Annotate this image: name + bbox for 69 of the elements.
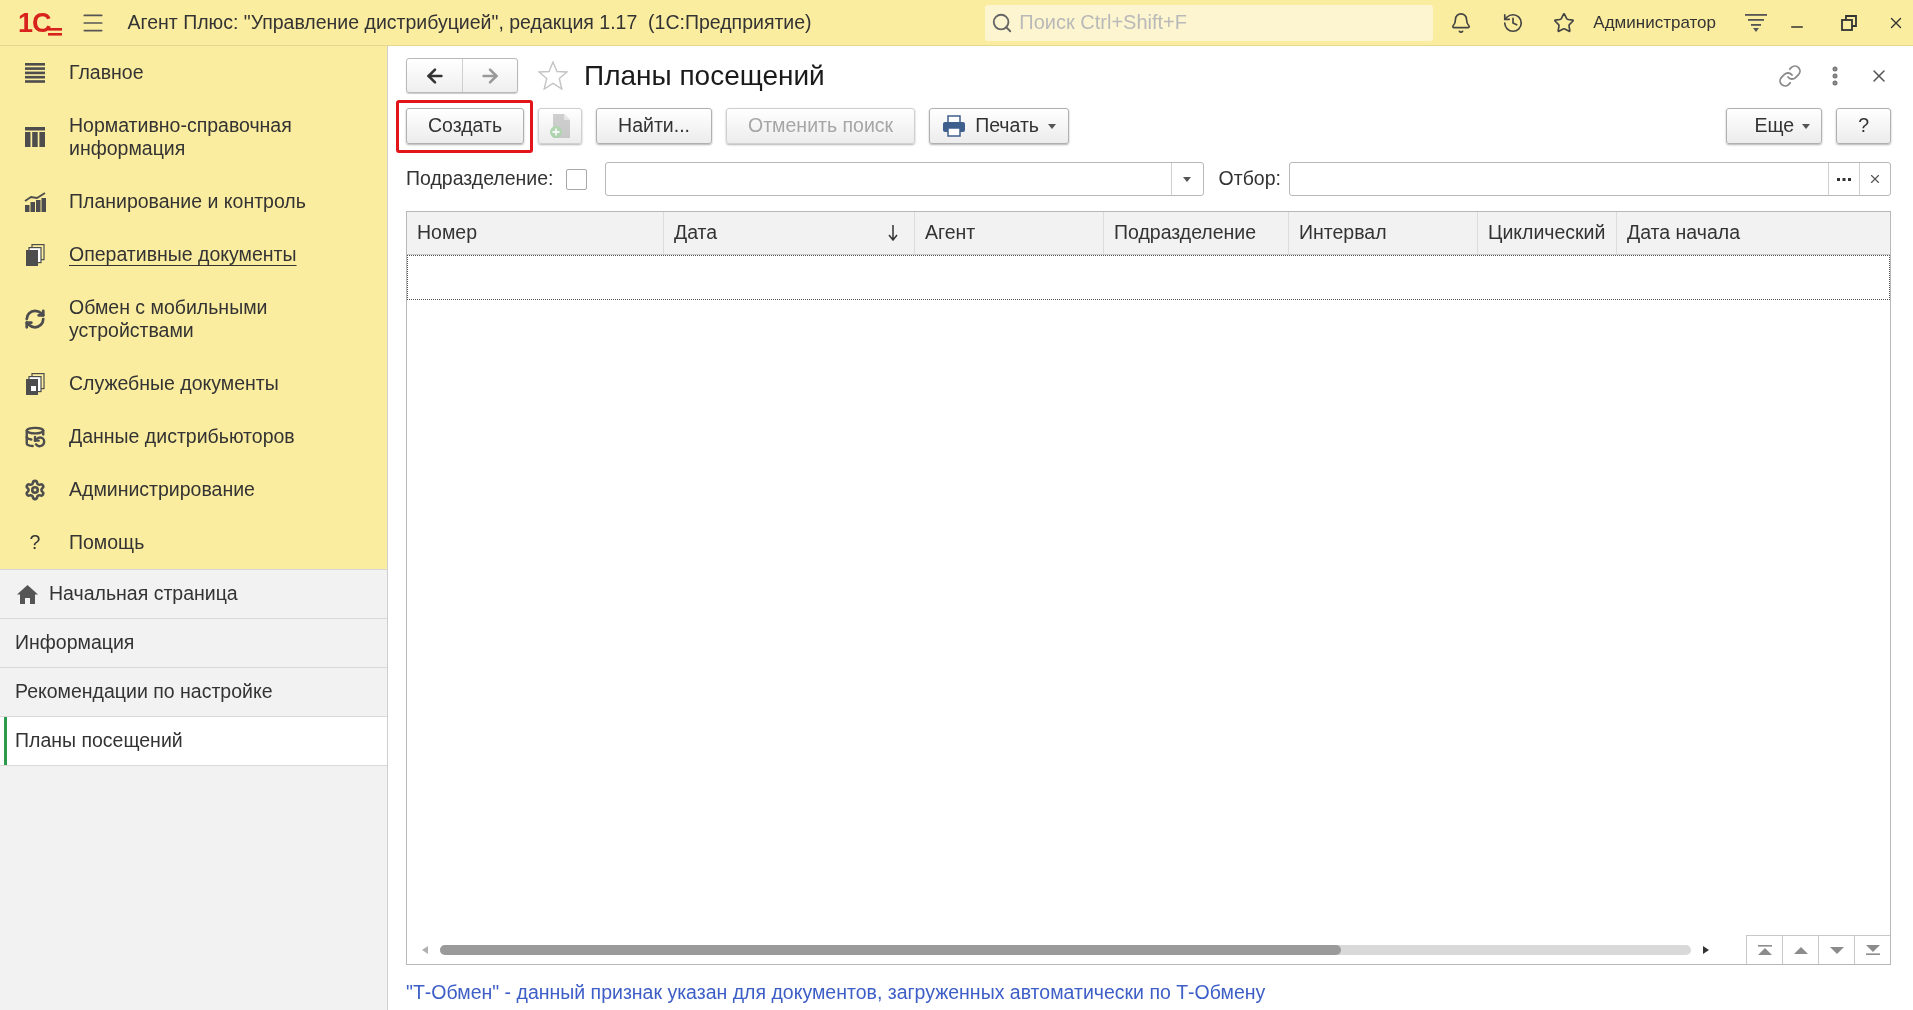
ellipsis-icon [1837,177,1851,181]
toolbar-button[interactable]: Найти... [596,108,712,144]
documents-icon [25,243,45,266]
print-button[interactable]: Печать [929,108,1069,144]
column-header[interactable]: Дата начала [1617,212,1890,254]
history-icon[interactable] [1502,11,1525,34]
section-item[interactable]: Планирование и контроль [24,190,306,213]
checkbox[interactable] [565,168,587,190]
bar-chart-icon [24,191,46,212]
section-item[interactable]: Оперативные документы [24,243,297,266]
link-icon[interactable] [1778,63,1802,88]
column-header[interactable]: Циклический [1478,212,1617,254]
app-logo: 1С [18,7,62,38]
field-label: Отбор: [1218,166,1281,192]
column-header[interactable]: Агент [915,212,1104,254]
columns-icon [24,127,46,147]
restore-icon[interactable] [1841,14,1857,31]
caret-icon [1802,123,1811,129]
documents-icon [25,372,45,395]
bell-icon[interactable] [1450,11,1473,34]
list-icon [24,62,46,83]
menu-button[interactable]: Еще [1726,108,1823,144]
star-icon[interactable] [1553,11,1576,34]
page-tab[interactable]: Информация [0,619,387,668]
add-document-icon [549,113,572,139]
scroll-to-bottom-icon [1865,945,1880,955]
window-title: Агент Плюс: "Управление дистрибуцией", редакция 1.17 (1С:Предприятие) [127,9,812,35]
form-title: Планы посещений [584,58,825,93]
help-glyph: ? [28,531,42,554]
caret-icon [1048,123,1056,129]
page-tab[interactable]: Планы посещений [0,717,387,766]
section-item[interactable]: Данные дистрибьюторов [24,425,295,448]
search-icon [991,11,1014,34]
search-field[interactable]: Поиск Ctrl+Shift+F [985,4,1434,41]
section-item[interactable]: Администрирование [24,478,255,501]
column-header[interactable]: Интервал [1289,212,1478,254]
column-header[interactable]: Номер [407,212,664,254]
column-header[interactable]: Подразделение [1104,212,1289,254]
legend-note: "Т-Обмен" - данный признак указан для документов, загруженных автоматически по Т-Обмену [406,981,1266,1003]
home-icon [17,584,38,604]
table-row[interactable] [407,255,1890,300]
section-item[interactable]: ? Помощь [24,531,145,554]
scroll-up-icon [1793,946,1808,954]
database-icon [24,425,46,448]
scroll-right-icon[interactable] [1703,945,1709,954]
scroll-down-icon [1829,946,1844,954]
column-header[interactable]: Дата [664,212,915,254]
scroll-to-top-icon [1757,945,1772,955]
scrollbar-thumb[interactable] [440,944,1341,955]
scrollbar-track[interactable] [440,944,1691,955]
clear-icon [1868,172,1882,186]
page-tab[interactable]: Начальная страница [0,570,387,619]
toolbar-button[interactable]: ? [1836,108,1891,144]
subdivision-field[interactable] [604,162,1204,196]
toolbar-button[interactable]: Создать [406,108,525,144]
field-label: Подразделение: [406,166,554,192]
section-item[interactable]: Обмен с мобильными устройствами [24,296,354,342]
section-item[interactable]: Главное [24,61,144,84]
user-name[interactable]: Администратор [1593,9,1716,36]
favorite-star-icon[interactable] [538,61,568,90]
caret-icon [1183,176,1192,182]
menu-lines-icon[interactable] [1745,12,1767,33]
section-item[interactable]: Служебные документы [24,372,279,395]
settings-icon [24,478,46,501]
selection-field[interactable] [1288,162,1891,196]
printer-icon [942,115,967,137]
scroll-left-icon[interactable] [422,945,428,954]
refresh-icon [24,308,46,330]
section-item[interactable]: Нормативно-справочная информация [24,114,354,160]
